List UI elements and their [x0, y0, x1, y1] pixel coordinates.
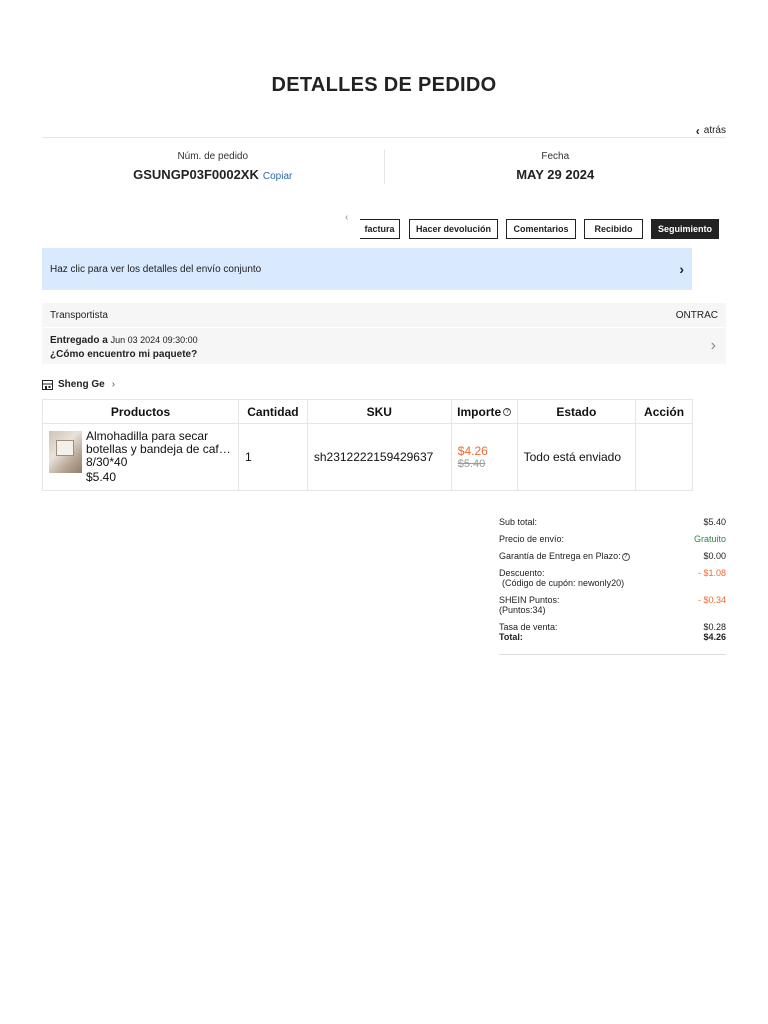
discount-value: - $1.08 [697, 568, 726, 578]
quantity-cell: 1 [238, 423, 308, 491]
column-header: SKU [306, 399, 452, 424]
combined-shipping-banner[interactable]: Haz clic para ver los detalles del envío… [42, 248, 692, 290]
column-header: Productos [42, 399, 239, 424]
table-row: Almohadilla para secar botellas y bandej… [42, 423, 693, 491]
order-date-label: Fecha [541, 151, 570, 162]
status-cell: Todo está enviado [516, 423, 637, 491]
shipping-price-value: Gratuito [693, 534, 726, 544]
discount-label: Descuento: [499, 568, 545, 578]
order-date: MAY 29 2024 [516, 167, 595, 182]
chevron-right-icon: › [710, 337, 716, 354]
delivery-status-label: Entregado a [50, 335, 108, 346]
back-label: atrás [703, 125, 726, 136]
amount-cell: $4.26 $5.40 [450, 423, 518, 491]
chevron-left-icon: ‹ [695, 123, 700, 138]
sku-cell: sh2312222159429637 [306, 423, 452, 491]
price-original: $5.40 [457, 458, 486, 470]
guarantee-value: $0.00 [703, 551, 726, 561]
carrier-name: ONTRAC [675, 309, 718, 321]
products-table: Productos Cantidad SKU Importe? Estado A… [42, 399, 693, 491]
column-header: Cantidad [238, 399, 308, 424]
product-variant: 8/30*40 [86, 455, 128, 469]
copy-button[interactable]: Copiar [263, 171, 292, 182]
package-help-link[interactable]: ¿Cómo encuentro mi paquete? [50, 349, 718, 360]
delivery-status[interactable]: Entregado a Jun 03 2024 09:30:00 ¿Cómo e… [42, 328, 726, 364]
order-actions: ‹ factura Hacer devolución Comentarios R… [340, 212, 720, 239]
store-name: Sheng Ge [58, 379, 105, 390]
column-header: Estado [516, 399, 637, 424]
page-title: DETALLES DE PEDIDO [271, 74, 497, 96]
product-cell[interactable]: Almohadilla para secar botellas y bandej… [42, 423, 239, 491]
comments-button[interactable]: Comentarios [506, 219, 576, 239]
price-current: $4.26 [457, 444, 488, 458]
points-label: SHEIN Puntos: [499, 595, 560, 605]
invoice-button[interactable]: factura [360, 219, 400, 239]
received-button[interactable]: Recibido [584, 219, 643, 239]
back-link[interactable]: ‹ atrás [695, 123, 726, 138]
carrier-label: Transportista [50, 309, 108, 321]
tracking-button[interactable]: Seguimiento [651, 219, 719, 239]
total-value: $4.26 [703, 632, 726, 642]
order-summary: Sub total: $5.40 Precio de envío: Gratui… [499, 517, 726, 655]
divider [42, 137, 726, 138]
column-header-label: Importe [457, 404, 502, 419]
order-date-block: Fecha MAY 29 2024 [383, 150, 727, 184]
order-number-block: Núm. de pedido GSUNGP03F0002XK Copiar [42, 150, 384, 184]
column-header: Acción [635, 399, 693, 424]
help-icon[interactable]: ? [621, 552, 630, 561]
points-count: (Puntos:34) [499, 605, 546, 615]
table-header-row: Productos Cantidad SKU Importe? Estado A… [42, 399, 693, 424]
info-icon[interactable]: ? [503, 408, 512, 417]
chevron-left-icon[interactable]: ‹ [345, 212, 348, 223]
divider [499, 654, 726, 655]
product-name[interactable]: Almohadilla para secar botellas y bandej… [86, 430, 232, 456]
order-number: GSUNGP03F0002XK [133, 167, 259, 182]
carrier-row: Transportista ONTRAC [42, 303, 726, 327]
delivery-date: Jun 03 2024 09:30:00 [110, 335, 198, 345]
chevron-right-icon: › [111, 379, 116, 390]
return-button[interactable]: Hacer devolución [409, 219, 498, 239]
store-link[interactable]: Sheng Ge › [42, 379, 115, 390]
action-cell [635, 423, 693, 491]
store-icon [42, 379, 53, 390]
product-unit-price: $5.40 [86, 470, 117, 484]
column-header: Importe? [450, 399, 518, 424]
coupon-code: (Código de cupón: newonly20) [502, 578, 625, 588]
subtotal-value: $5.40 [703, 517, 726, 527]
sales-tax-value: $0.28 [703, 622, 726, 632]
order-number-label: Núm. de pedido [177, 151, 249, 162]
shipping-price-label: Precio de envío: [499, 534, 565, 544]
sales-tax-label: Tasa de venta: [499, 622, 558, 632]
points-value: - $0.34 [697, 595, 726, 605]
product-image[interactable] [49, 431, 82, 473]
subtotal-label: Sub total: [499, 517, 538, 527]
order-info: Núm. de pedido GSUNGP03F0002XK Copiar Fec… [42, 150, 726, 184]
total-label: Total: [499, 632, 523, 642]
guarantee-label: Garantía de Entrega en Plazo: [499, 551, 621, 561]
chevron-right-icon: › [679, 261, 684, 277]
banner-text: Haz clic para ver los detalles del envío… [50, 263, 262, 275]
